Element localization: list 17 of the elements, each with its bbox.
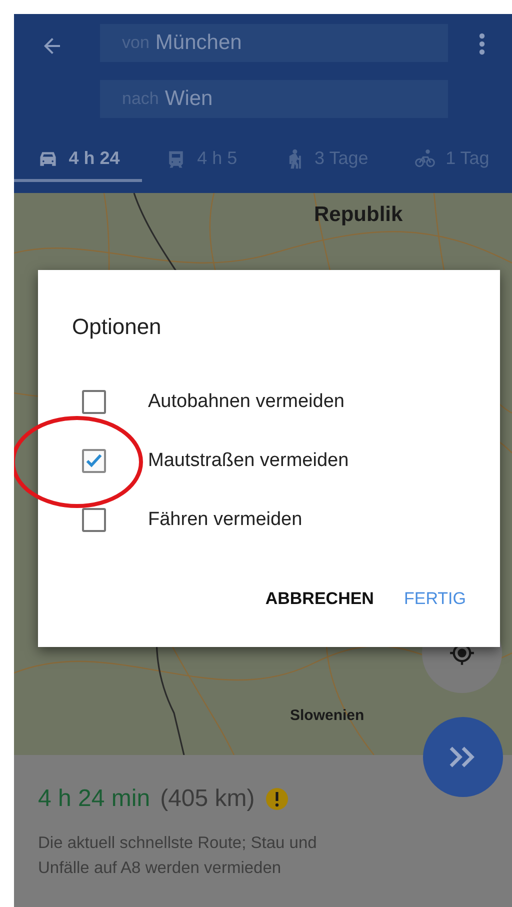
route-description: Die aktuell schnellste Route; Stau und Unfälle auf A8 werden vermieden (38, 833, 318, 879)
option-label: Fähren vermeiden (148, 508, 302, 530)
checkbox[interactable] (82, 508, 106, 532)
checkbox[interactable] (82, 448, 106, 472)
bicycle-icon (414, 148, 436, 170)
map-label: Slowenien (290, 707, 364, 724)
travel-mode-tab[interactable]: 4 h 24 (14, 138, 142, 182)
done-button[interactable]: FERTIG (404, 583, 466, 615)
more-options-icon[interactable] (478, 32, 486, 56)
cancel-button[interactable]: ABBRECHEN (265, 583, 374, 615)
dialog-title: Optionen (72, 314, 162, 340)
field-value: München (155, 31, 242, 55)
option-label: Mautstraßen vermeiden (148, 450, 349, 472)
route-duration: 4 h 24 min (38, 785, 150, 813)
map-label: Republik (314, 203, 403, 227)
field-value: Wien (164, 87, 213, 111)
route-distance: (405 km) (160, 785, 255, 813)
